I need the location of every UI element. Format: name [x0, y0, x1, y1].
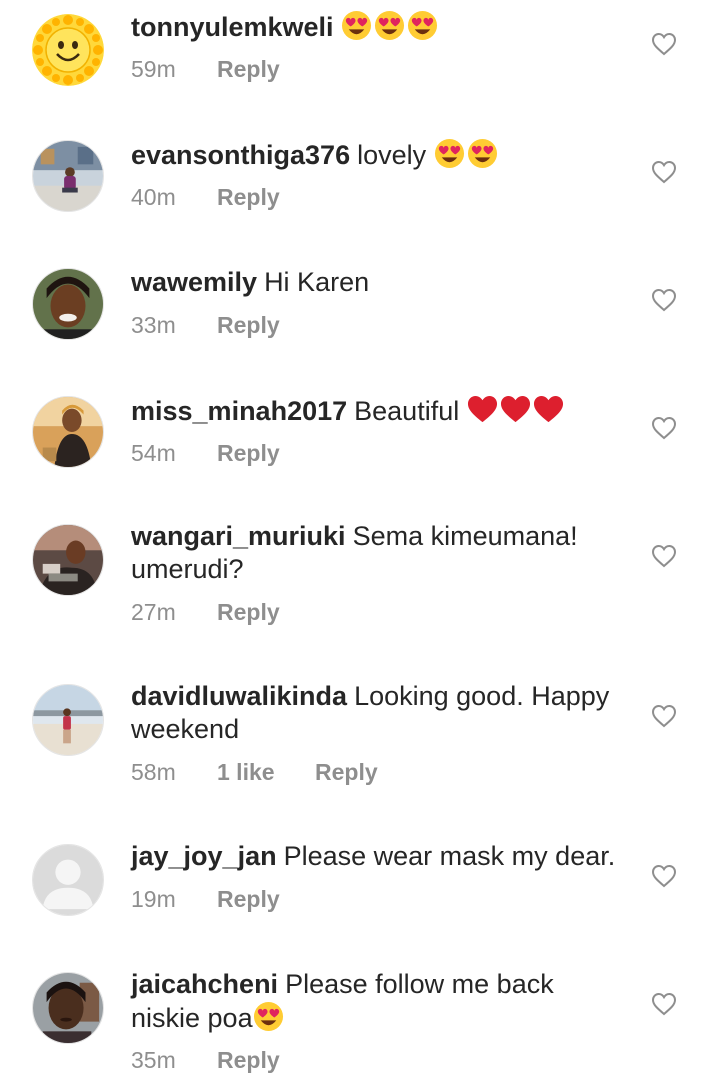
- comment-username[interactable]: evansonthiga376: [131, 140, 350, 170]
- like-heart-icon[interactable]: [651, 864, 677, 888]
- avatar-photo-icon: [33, 269, 103, 339]
- comment-text: tonnyulemkweli: [131, 10, 621, 44]
- comment-text: davidluwalikinda Looking good. Happy week…: [131, 680, 621, 746]
- reply-button[interactable]: Reply: [217, 182, 280, 212]
- default-user-icon: [33, 845, 103, 915]
- comment-meta: 35m Reply: [131, 1045, 280, 1075]
- comment-time: 19m: [131, 886, 176, 912]
- like-heart-icon[interactable]: [651, 160, 677, 184]
- reply-button[interactable]: Reply: [217, 884, 280, 914]
- comment-meta: 27m Reply: [131, 597, 280, 627]
- heart-eyes-emoji-icon: [467, 138, 498, 169]
- avatar-photo-icon: [33, 973, 103, 1043]
- avatar[interactable]: [32, 684, 104, 756]
- avatar-photo-icon: [33, 397, 103, 467]
- comment-username[interactable]: jay_joy_jan: [131, 841, 277, 871]
- heart-eyes-emoji-icon: [341, 10, 372, 41]
- avatar[interactable]: [32, 972, 104, 1044]
- reply-button[interactable]: Reply: [217, 310, 280, 340]
- avatar-photo-icon: [33, 685, 103, 755]
- avatar[interactable]: [32, 844, 104, 916]
- like-heart-icon[interactable]: [651, 288, 677, 312]
- comment-time: 40m: [131, 184, 176, 210]
- avatar[interactable]: [32, 14, 104, 86]
- heart-eyes-emoji-icon: [253, 1001, 284, 1032]
- avatar[interactable]: [32, 268, 104, 340]
- red-heart-emoji-icon: [533, 394, 564, 425]
- comment-username[interactable]: tonnyulemkweli: [131, 12, 334, 42]
- comment-message: lovely: [357, 140, 427, 170]
- like-heart-icon[interactable]: [651, 704, 677, 728]
- comment-text: miss_minah2017 Beautiful: [131, 394, 621, 428]
- comment-meta: 19m Reply: [131, 884, 280, 914]
- comment-username[interactable]: wangari_muriuki: [131, 521, 346, 551]
- avatar-photo-icon: [33, 525, 103, 595]
- like-heart-icon[interactable]: [651, 544, 677, 568]
- avatar[interactable]: [32, 140, 104, 212]
- avatar[interactable]: [32, 524, 104, 596]
- reply-button[interactable]: Reply: [217, 597, 280, 627]
- comment-text: evansonthiga376 lovely: [131, 138, 621, 172]
- comment-text: wangari_muriuki Sema kimeumana! umerudi?: [131, 520, 621, 586]
- like-heart-icon[interactable]: [651, 32, 677, 56]
- comment-text: jaicahcheni Please follow me back niskie …: [131, 968, 621, 1035]
- like-heart-icon[interactable]: [651, 416, 677, 440]
- heart-eyes-emoji-icon: [374, 10, 405, 41]
- comment-time: 54m: [131, 440, 176, 466]
- likes-count[interactable]: 1 like: [217, 757, 315, 787]
- comment-time: 59m: [131, 56, 176, 82]
- reply-button[interactable]: Reply: [217, 54, 280, 84]
- comment-time: 33m: [131, 312, 176, 338]
- sun-face-icon: [32, 14, 104, 86]
- reply-button[interactable]: Reply: [217, 438, 280, 468]
- red-heart-emoji-icon: [500, 394, 531, 425]
- comment-username[interactable]: davidluwalikinda: [131, 681, 347, 711]
- red-heart-emoji-icon: [467, 394, 498, 425]
- comment-time: 27m: [131, 599, 176, 625]
- heart-eyes-emoji-icon: [434, 138, 465, 169]
- comment-meta: 59m Reply: [131, 54, 280, 84]
- comment-meta: 40m Reply: [131, 182, 280, 212]
- comment-message: Beautiful: [354, 396, 460, 426]
- like-heart-icon[interactable]: [651, 992, 677, 1016]
- comment-username[interactable]: jaicahcheni: [131, 969, 278, 999]
- comment-text: wawemily Hi Karen: [131, 266, 621, 299]
- heart-eyes-emoji-icon: [407, 10, 438, 41]
- comment-time: 58m: [131, 759, 176, 785]
- reply-button[interactable]: Reply: [217, 1045, 280, 1075]
- comment-message: Please wear mask my dear.: [283, 841, 616, 871]
- reply-button[interactable]: Reply: [315, 757, 378, 787]
- comment-meta: 54m Reply: [131, 438, 280, 468]
- avatar-photo-icon: [33, 141, 103, 211]
- avatar[interactable]: [32, 396, 104, 468]
- comment-message: Hi Karen: [264, 267, 370, 297]
- comment-meta: 58m 1 like Reply: [131, 757, 378, 787]
- comment-time: 35m: [131, 1047, 176, 1073]
- comment-text: jay_joy_jan Please wear mask my dear.: [131, 840, 621, 873]
- comment-meta: 33m Reply: [131, 310, 280, 340]
- comment-username[interactable]: wawemily: [131, 267, 257, 297]
- comment-username[interactable]: miss_minah2017: [131, 396, 347, 426]
